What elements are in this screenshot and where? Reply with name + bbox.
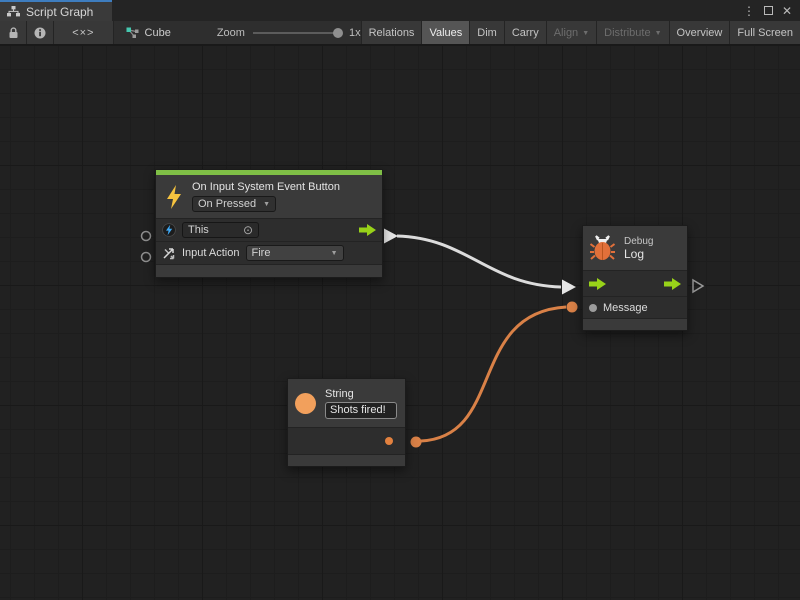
lightning-bolt-icon [164,184,184,210]
titlebar-spacer [112,0,743,21]
control-wire[interactable] [397,236,561,287]
debug-flow-outer-port[interactable] [693,280,703,292]
close-icon[interactable]: ✕ [782,5,792,17]
graph-icon [126,27,139,39]
code-icon: <×> [72,27,94,39]
info-icon [34,27,46,39]
toolbar-button-fullscreen[interactable]: Full Screen [730,21,800,44]
string-type-icon [295,393,316,414]
chevron-down-icon: ▼ [655,30,662,37]
graph-toolbar: <×> Cube Zoom 1x Relations Values Dim Ca… [0,21,800,45]
toolbar-button-dim[interactable]: Dim [470,21,505,44]
chevron-down-icon: ▼ [582,30,589,37]
chevron-down-icon: ▼ [325,250,338,257]
node-footer [156,264,382,277]
toolbar-button-relations[interactable]: Relations [362,21,423,44]
inspector-button[interactable] [27,21,54,44]
node-title: Log [624,247,653,261]
toolbar-button-distribute[interactable]: Distribute ▼ [597,21,669,44]
chevron-down-icon: ▼ [257,201,270,208]
event-action-outer-port[interactable] [142,253,151,262]
gameobject-this-icon [162,223,176,237]
input-action-dropdown[interactable]: Fire ▼ [246,245,344,261]
trigger-dropdown[interactable]: On Pressed ▼ [192,196,276,212]
lock-button[interactable] [0,21,27,44]
value-wire[interactable] [421,307,566,441]
input-action-icon [162,247,176,260]
message-port-label: Message [603,302,648,314]
zoom-control: Zoom 1x [217,27,361,39]
string-value-input[interactable]: Shots fired! [325,402,397,419]
node-footer [288,454,405,466]
script-graph-icon [7,6,20,17]
debug-bug-icon [590,235,615,262]
value-wire-start-dot[interactable] [411,437,422,448]
node-debug-log[interactable]: Debug Log Message [582,225,688,331]
graph-name-label: Cube [145,27,171,39]
value-wire-end-dot[interactable] [567,302,578,313]
zoom-value: 1x [349,27,361,39]
control-wire-end-arrow[interactable] [562,280,576,295]
string-output-port-icon[interactable] [385,437,393,445]
zoom-label: Zoom [217,27,245,39]
toolbar-button-align[interactable]: Align ▼ [547,21,597,44]
node-title: On Input System Event Button [192,181,340,193]
window-menu-icon[interactable]: ⋮ [743,5,755,17]
zoom-slider[interactable] [253,32,341,34]
node-string-literal[interactable]: String Shots fired! [287,378,406,467]
graph-canvas[interactable]: On Input System Event Button On Pressed … [0,45,800,600]
flow-input-port-icon[interactable] [589,278,606,290]
node-category: Debug [624,236,653,247]
zoom-slider-handle[interactable] [333,28,343,38]
flow-output-port-icon[interactable] [359,224,376,236]
lock-icon [8,27,19,39]
this-object-field[interactable]: This ⊙ [182,222,259,238]
toolbar-middle: Cube Zoom 1x [114,21,362,44]
tab-script-graph[interactable]: Script Graph [0,0,112,21]
node-title: String [325,388,397,400]
toolbar-button-values[interactable]: Values [422,21,470,44]
control-wire-start-arrow[interactable] [384,229,398,244]
action-port-label: Input Action [182,247,240,259]
flow-output-port-icon[interactable] [664,278,681,290]
node-footer [583,318,687,330]
toolbar-button-overview[interactable]: Overview [670,21,731,44]
window-titlebar: Script Graph ⋮ ✕ [0,0,800,21]
code-view-button[interactable]: <×> [54,21,113,44]
event-this-outer-port[interactable] [142,232,151,241]
graph-breadcrumb[interactable]: Cube [126,27,171,39]
node-on-input-system-event-button[interactable]: On Input System Event Button On Pressed … [155,169,383,278]
tab-title: Script Graph [26,5,93,19]
maximize-icon[interactable] [764,6,773,15]
message-port-icon[interactable] [589,304,597,312]
toolbar-button-carry[interactable]: Carry [505,21,547,44]
object-picker-icon[interactable]: ⊙ [243,224,253,236]
